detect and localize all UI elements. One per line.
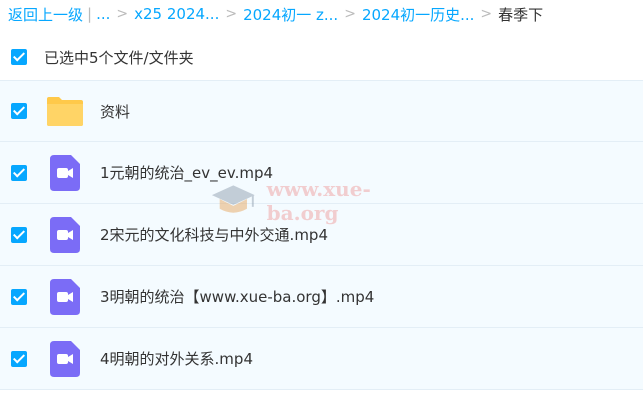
row-checkbox-icon[interactable] — [11, 288, 27, 305]
chevron-right-icon: > — [344, 6, 356, 22]
file-name[interactable]: 2宋元的文化科技与中外交通.mp4 — [100, 224, 328, 245]
breadcrumb-pipe: | — [87, 5, 93, 23]
file-name[interactable]: 1元朝的统治_ev_ev.mp4 — [100, 162, 273, 183]
folder-icon — [46, 92, 84, 130]
list-item-video[interactable]: 2宋元的文化科技与中外交通.mp4 — [0, 204, 643, 266]
breadcrumb-item-2[interactable]: 2024初一 z... — [243, 4, 338, 25]
selection-count: 已选中5个文件/文件夹 — [44, 48, 194, 67]
row-checkbox-icon[interactable] — [11, 350, 27, 367]
video-file-icon — [46, 216, 84, 254]
breadcrumb: 返回上一级 | ... > x25 2024... > 2024初一 z... … — [8, 3, 543, 25]
file-browser: 返回上一级 | ... > x25 2024... > 2024初一 z... … — [0, 0, 643, 401]
breadcrumb-item-3[interactable]: 2024初一历史... — [362, 4, 474, 25]
breadcrumb-current: 春季下 — [498, 5, 544, 24]
file-name[interactable]: 3明朝的统治【www.xue-ba.org】.mp4 — [100, 286, 374, 307]
list-item-video[interactable]: 4明朝的对外关系.mp4 — [0, 328, 643, 390]
list-item-folder[interactable]: 资料 — [0, 80, 643, 142]
row-checkbox-icon[interactable] — [11, 226, 27, 243]
chevron-right-icon: > — [116, 6, 129, 22]
file-name[interactable]: 4明朝的对外关系.mp4 — [100, 348, 253, 369]
file-name[interactable]: 资料 — [100, 101, 130, 122]
breadcrumb-item-1[interactable]: x25 2024... — [134, 5, 219, 23]
back-link[interactable]: 返回上一级 — [8, 4, 83, 25]
select-all-checkbox-icon[interactable] — [11, 49, 27, 65]
list-item-video[interactable]: 3明朝的统治【www.xue-ba.org】.mp4 — [0, 266, 643, 328]
row-checkbox-icon[interactable] — [11, 164, 27, 181]
chevron-right-icon: > — [480, 6, 493, 22]
video-file-icon — [46, 278, 84, 316]
selection-bar: 已选中5个文件/文件夹 — [0, 40, 643, 74]
list-item-video[interactable]: 1元朝的统治_ev_ev.mp4 — [0, 142, 643, 204]
row-checkbox-icon[interactable] — [11, 103, 27, 119]
chevron-right-icon: > — [225, 6, 238, 22]
video-file-icon — [46, 154, 84, 192]
breadcrumb-ellipsis[interactable]: ... — [96, 5, 110, 23]
video-file-icon — [46, 340, 84, 378]
file-list: 资料 1元朝的统治_ev_ev.mp4 2宋元的文化科技与中外交通.mp4 3明… — [0, 80, 643, 390]
